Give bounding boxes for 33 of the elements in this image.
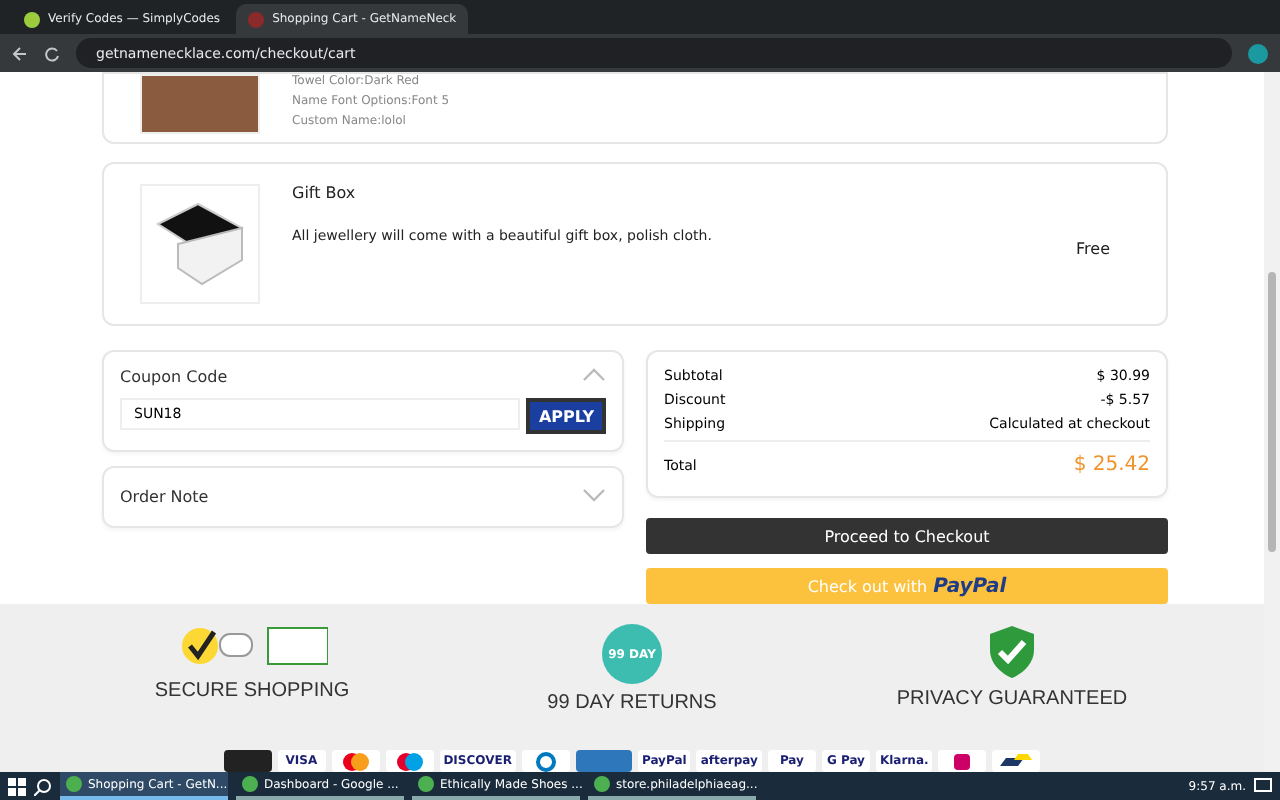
profile-avatar-icon[interactable] [1248,43,1268,63]
feature-label: SECURE SHOPPING [154,680,350,702]
paypal-button[interactable]: Check out with PayPal [646,568,1168,604]
back-icon[interactable] [12,45,28,61]
browser-icon [66,776,82,792]
windows-logo-icon[interactable] [8,777,26,795]
search-icon[interactable] [34,777,52,795]
favicon-icon [248,11,265,27]
card-logo-icon [521,750,570,772]
card-logo-icon [938,750,987,772]
item-title: Gift Box [292,184,358,202]
card-logo-icon [385,750,434,772]
browser-icon [242,776,258,792]
browser-icon [594,776,610,792]
card-logo-icon [992,750,1041,772]
feature-label: PRIVACY GUARANTEED [896,688,1128,710]
trust-badge-icon [223,750,272,772]
item-price: Free [1076,240,1110,258]
gift-box-drawing [140,184,260,304]
notification-icon[interactable] [1254,777,1272,795]
coupon-label: Coupon Code [120,368,228,386]
favicon-icon [24,11,40,27]
card-logo-icon [575,750,632,772]
checkout-button[interactable]: Proceed to Checkout [646,518,1168,554]
browser-icon [418,776,434,792]
scrollbar-thumb[interactable] [1268,272,1276,552]
order-note-label: Order Note [120,488,209,506]
total-value: $ 25.42 [1073,454,1150,476]
reload-icon[interactable] [44,45,60,61]
apply-button[interactable]: APPLY [526,398,606,434]
feature-label: 99 DAY RETURNS [547,692,717,714]
card-logo-icon [331,750,380,772]
shield-check-icon [988,624,1036,680]
